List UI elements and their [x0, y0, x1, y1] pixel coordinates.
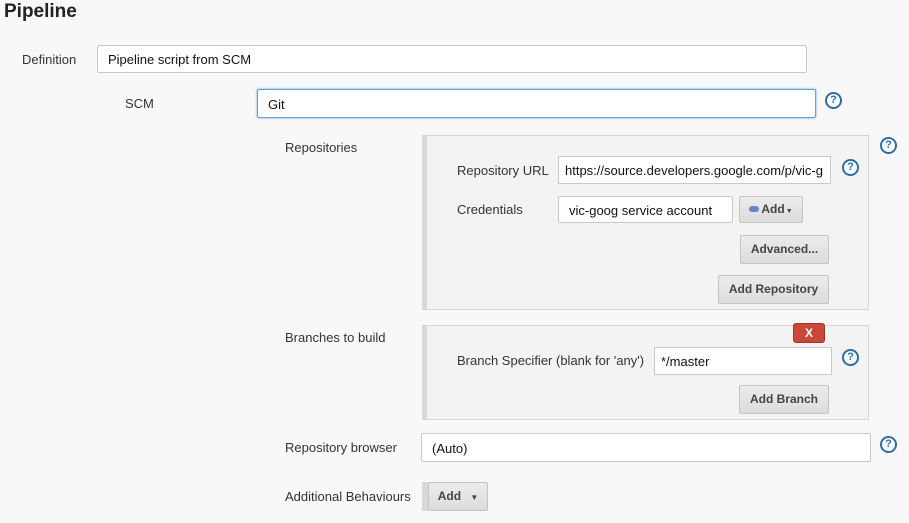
dropdown-caret-icon: ▼	[470, 493, 479, 502]
help-icon[interactable]: ?	[825, 92, 842, 109]
section-title: Pipeline	[4, 1, 77, 22]
definition-select[interactable]: Pipeline script from SCM ▼	[97, 45, 807, 73]
repositories-label: Repositories	[285, 140, 358, 155]
help-icon[interactable]: ?	[842, 159, 859, 176]
repository-browser-label: Repository browser	[285, 440, 397, 455]
definition-value: Pipeline script from SCM	[108, 52, 252, 67]
additional-behaviours-label: Additional Behaviours	[285, 489, 411, 504]
repository-browser-select[interactable]: (Auto) ▼	[421, 433, 871, 462]
credentials-value: vic-goog service account	[569, 203, 713, 218]
branch-specifier-input[interactable]: */master	[654, 347, 832, 375]
scm-value: Git	[268, 97, 285, 112]
credentials-label: Credentials	[457, 202, 523, 217]
key-icon	[749, 206, 760, 212]
help-icon[interactable]: ?	[842, 349, 859, 366]
repository-browser-value: (Auto)	[432, 441, 468, 456]
definition-label: Definition	[22, 52, 77, 67]
add-credentials-label: Add	[761, 202, 785, 216]
credentials-select[interactable]: vic-goog service account ▼	[558, 196, 733, 223]
branches-label: Branches to build	[285, 330, 386, 345]
add-behaviour-label: Add	[437, 489, 462, 503]
scm-select[interactable]: Git ▼	[257, 89, 816, 118]
branch-specifier-label: Branch Specifier (blank for 'any')	[457, 353, 645, 368]
remove-branch-button[interactable]: X	[793, 323, 825, 343]
add-credentials-button[interactable]: Add▼	[739, 196, 803, 223]
help-icon[interactable]: ?	[880, 436, 897, 453]
add-branch-button[interactable]: Add Branch	[739, 385, 829, 414]
add-repository-button[interactable]: Add Repository	[718, 275, 829, 304]
help-icon[interactable]: ?	[880, 137, 897, 154]
repository-url-label: Repository URL	[457, 163, 549, 178]
add-behaviour-button[interactable]: Add ▼	[428, 482, 488, 511]
repository-url-input[interactable]: https://source.developers.google.com/p/v…	[558, 156, 831, 184]
advanced-button[interactable]: Advanced...	[740, 235, 829, 264]
dropdown-caret-icon: ▼	[785, 208, 793, 215]
scm-label: SCM	[125, 96, 154, 111]
